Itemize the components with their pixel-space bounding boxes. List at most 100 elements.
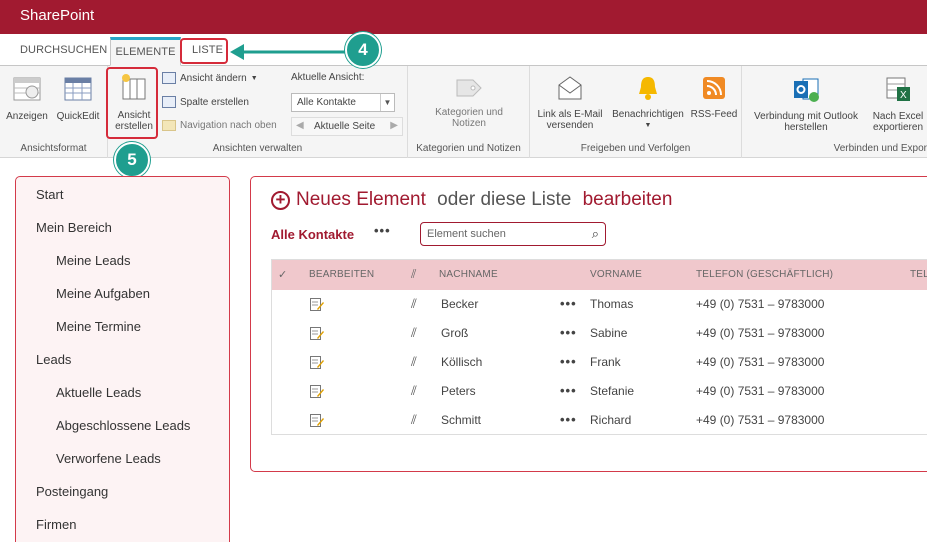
- col-firstname[interactable]: VORNAME: [590, 269, 642, 280]
- view-button[interactable]: Anzeigen: [5, 74, 49, 122]
- cell-phone: +49 (0) 7531 – 9783000: [696, 413, 825, 427]
- col-edit[interactable]: BEARBEITEN: [309, 269, 374, 280]
- current-view-value: Alle Kontakte: [297, 97, 356, 108]
- nav-verworfene-leads[interactable]: Verworfene Leads: [56, 451, 161, 466]
- edit-icon[interactable]: [310, 414, 324, 427]
- email-link-label-1: Link als E-Mail: [537, 109, 603, 120]
- cell-lastname[interactable]: Peters: [441, 384, 476, 398]
- excel-icon: X: [886, 77, 910, 101]
- cell-firstname: Stefanie: [590, 384, 635, 398]
- connect-outlook-label-2: herstellen: [784, 122, 828, 133]
- edit-icon[interactable]: [310, 356, 324, 369]
- table-row[interactable]: ⫽ Groß ••• Sabine +49 (0) 7531 – 9783000: [272, 319, 927, 348]
- bell-icon: [639, 77, 657, 100]
- navigate-up-button[interactable]: Navigation nach oben: [162, 120, 277, 131]
- tab-durchsuchen[interactable]: DURCHSUCHEN: [20, 44, 107, 56]
- edit-list-link[interactable]: bearbeiten: [583, 189, 673, 211]
- alert-me-button[interactable]: Benachrichtigen ▼: [608, 74, 688, 131]
- quick-launch: Start Mein Bereich Meine Leads Meine Auf…: [15, 176, 230, 542]
- current-page-label: Aktuelle Seite: [314, 121, 376, 132]
- list-webpart: + Neues Element oder diese Liste bearbei…: [250, 176, 927, 472]
- attachment-icon: ⫽: [411, 412, 417, 427]
- nav-firmen[interactable]: Firmen: [36, 517, 76, 532]
- group-label-verbinden: Verbinden und Expor: [833, 143, 927, 154]
- group-kategorien: Kategorien und Notizen Kategorien und No…: [408, 66, 530, 158]
- table-row[interactable]: ⫽ Peters ••• Stefanie +49 (0) 7531 – 978…: [272, 377, 927, 406]
- edit-icon[interactable]: [310, 327, 324, 340]
- current-page-pager: ◀ Aktuelle Seite ▶: [291, 117, 403, 136]
- create-column-button[interactable]: Spalte erstellen: [162, 96, 249, 108]
- outlook-icon: [794, 78, 819, 102]
- cell-firstname: Richard: [590, 413, 632, 427]
- step-badge-4: 4: [345, 32, 381, 68]
- add-icon[interactable]: +: [271, 190, 290, 210]
- nav-meine-termine[interactable]: Meine Termine: [56, 319, 141, 334]
- cell-lastname[interactable]: Groß: [441, 326, 468, 340]
- nav-aktuelle-leads[interactable]: Aktuelle Leads: [56, 385, 141, 400]
- quickedit-label: QuickEdit: [56, 111, 100, 122]
- attachment-icon: ⫽: [411, 383, 417, 398]
- create-column-label: Spalte erstellen: [180, 96, 249, 108]
- item-menu-icon[interactable]: •••: [560, 412, 577, 427]
- email-link-button[interactable]: Link als E-Mail versenden: [534, 74, 606, 131]
- table-row[interactable]: ⫽ Schmitt ••• Richard +49 (0) 7531 – 978…: [272, 406, 927, 435]
- cell-firstname: Sabine: [590, 326, 628, 340]
- tag-icon: [456, 79, 482, 97]
- email-icon: [558, 76, 582, 100]
- item-menu-icon[interactable]: •••: [560, 354, 577, 369]
- nav-leads[interactable]: Leads: [36, 352, 71, 367]
- edit-icon[interactable]: [310, 298, 324, 311]
- rss-icon: [703, 77, 725, 99]
- nav-abgeschlossene-leads[interactable]: Abgeschlossene Leads: [56, 418, 190, 433]
- view-icon: [13, 77, 41, 101]
- cell-lastname[interactable]: Becker: [441, 297, 478, 311]
- change-view-label: Ansicht ändern: [180, 72, 247, 84]
- col-extra[interactable]: TEL: [910, 269, 927, 280]
- change-view-button[interactable]: Ansicht ändern ▼: [162, 72, 258, 84]
- item-menu-icon[interactable]: •••: [560, 383, 577, 398]
- nav-meine-aufgaben[interactable]: Meine Aufgaben: [56, 286, 150, 301]
- table-row[interactable]: ⫽ Köllisch ••• Frank +49 (0) 7531 – 9783…: [272, 348, 927, 377]
- nav-mein-bereich[interactable]: Mein Bereich: [36, 220, 112, 235]
- current-view-select[interactable]: Alle Kontakte ▼: [291, 93, 395, 112]
- new-item-text: oder diese Liste: [431, 189, 577, 210]
- cell-phone: +49 (0) 7531 – 9783000: [696, 355, 825, 369]
- select-all-checkbox[interactable]: ✓: [278, 268, 287, 281]
- table-row[interactable]: ⫽ Becker ••• Thomas +49 (0) 7531 – 97830…: [272, 290, 927, 319]
- table-header: ✓ BEARBEITEN ⫽ NACHNAME VORNAME TELEFON …: [272, 260, 927, 290]
- nav-posteingang[interactable]: Posteingang: [36, 484, 108, 499]
- nav-meine-leads[interactable]: Meine Leads: [56, 253, 130, 268]
- item-menu-icon[interactable]: •••: [560, 325, 577, 340]
- app-title[interactable]: SharePoint: [20, 7, 94, 24]
- cell-lastname[interactable]: Köllisch: [441, 355, 482, 369]
- group-label-freigeben: Freigeben und Verfolgen: [580, 143, 691, 154]
- tab-elemente[interactable]: ELEMENTE: [110, 37, 181, 66]
- col-lastname[interactable]: NACHNAME: [439, 269, 498, 280]
- cell-firstname: Frank: [590, 355, 621, 369]
- group-verbinden: Verbindung mit Outlook herstellen X Nach…: [742, 66, 927, 158]
- col-phone[interactable]: TELEFON (GESCHÄFTLICH): [696, 269, 833, 280]
- alert-me-label: Benachrichtigen: [612, 109, 684, 120]
- previous-page-icon[interactable]: ◀: [296, 120, 304, 131]
- view-selector[interactable]: Alle Kontakte: [271, 227, 354, 242]
- tags-notes-label-1: Kategorien und: [435, 107, 503, 118]
- ribbon-tabs: DURCHSUCHEN ELEMENTE LISTE: [0, 34, 927, 66]
- next-page-icon[interactable]: ▶: [390, 120, 398, 131]
- dropdown-arrow-icon[interactable]: ▼: [380, 94, 394, 111]
- cell-lastname[interactable]: Schmitt: [441, 413, 481, 427]
- more-views-icon[interactable]: •••: [374, 223, 391, 238]
- group-ansichtsformat: Anzeigen QuickEdit Ansichtsformat: [0, 66, 108, 158]
- tags-notes-button[interactable]: Kategorien und Notizen: [418, 76, 520, 129]
- cell-phone: +49 (0) 7531 – 9783000: [696, 326, 825, 340]
- item-menu-icon[interactable]: •••: [560, 296, 577, 311]
- new-item-link[interactable]: Neues Element: [296, 189, 426, 211]
- edit-icon[interactable]: [310, 385, 324, 398]
- search-input[interactable]: Element suchen ⌕: [420, 222, 606, 246]
- quickedit-button[interactable]: QuickEdit: [54, 74, 102, 122]
- export-excel-button[interactable]: X Nach Excel exportieren: [868, 74, 927, 133]
- rss-feed-label: RSS-Feed: [690, 109, 738, 120]
- rss-feed-button[interactable]: RSS-Feed: [690, 74, 738, 120]
- nav-start[interactable]: Start: [36, 187, 63, 202]
- connect-outlook-button[interactable]: Verbindung mit Outlook herstellen: [746, 74, 866, 133]
- search-icon[interactable]: ⌕: [592, 226, 599, 242]
